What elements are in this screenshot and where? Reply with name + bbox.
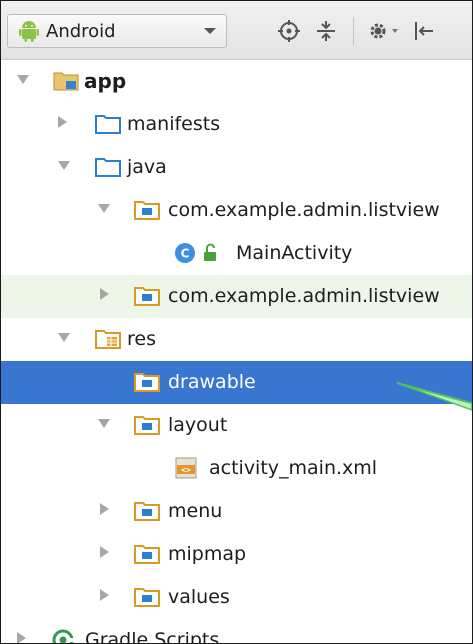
tree-item-label: MainActivity [236,242,353,264]
package-folder-icon [134,545,160,564]
chevron-down-icon [204,28,216,34]
expand-arrow-icon[interactable] [100,546,109,558]
svg-text:C: C [181,247,190,261]
tree-item-label: drawable [168,371,256,393]
expand-arrow-icon[interactable] [17,75,29,84]
svg-text:<>: <> [181,466,191,475]
hide-panel-icon[interactable] [411,19,435,43]
tree-item-label: menu [168,500,223,522]
resource-folder-icon [95,330,121,349]
package-folder-icon [134,502,160,521]
tree-item-label: Gradle Scripts [85,629,220,644]
tree-item-activity-main-xml[interactable]: <> activity_main.xml [1,447,472,490]
tree-item-main-activity[interactable]: C MainActivity [1,232,472,275]
expand-arrow-icon[interactable] [100,589,109,601]
project-view-label: Android [46,21,116,42]
tree-item-label: java [127,156,167,178]
tree-item-label: activity_main.xml [209,457,378,479]
expand-arrow-icon[interactable] [17,632,26,643]
package-folder-icon [134,287,160,306]
tree-item-menu[interactable]: menu [1,490,472,533]
module-folder-icon [53,72,79,91]
expand-arrow-icon[interactable] [58,116,67,128]
class-icon: C [175,243,195,263]
folder-icon [95,115,121,134]
project-view-dropdown[interactable]: Android [7,14,227,48]
tree-item-package-test[interactable]: com.example.admin.listview [1,275,472,318]
tree-item-label: res [127,328,156,350]
expand-arrow-icon[interactable] [100,503,109,515]
package-folder-icon [134,201,160,220]
tree-item-label: com.example.admin.listview [168,199,440,221]
callout-pointer [396,382,472,411]
project-panel: Android app manifests java com.example.a… [0,0,473,644]
tree-item-manifests[interactable]: manifests [1,103,472,146]
tree-item-label: values [168,586,230,608]
expand-arrow-icon[interactable] [100,288,109,300]
package-folder-icon [134,373,160,392]
tree-item-values[interactable]: values [1,576,472,619]
package-folder-icon [134,588,160,607]
public-access-icon [204,243,216,261]
tree-item-mipmap[interactable]: mipmap [1,533,472,576]
sync-icon[interactable] [277,19,301,43]
tree-item-label: mipmap [168,543,247,565]
toolbar-separator [353,17,354,45]
tree-item-package[interactable]: com.example.admin.listview [1,189,472,232]
expand-arrow-icon[interactable] [58,333,70,342]
expand-arrow-icon[interactable] [98,204,110,213]
tree-item-res[interactable]: res [1,318,472,361]
tree-item-label: manifests [127,113,221,135]
expand-arrow-icon[interactable] [58,161,70,170]
tree-item-java[interactable]: java [1,146,472,189]
tree-item-app[interactable]: app [1,60,472,103]
collapse-all-icon[interactable] [314,19,338,43]
tree-item-label: layout [168,414,228,436]
project-toolbar: Android [1,1,472,60]
expand-arrow-icon[interactable] [98,419,110,428]
tree-item-gradle-scripts[interactable]: Gradle Scripts [1,619,472,644]
package-folder-icon [134,416,160,435]
xml-file-icon: <> [175,457,197,479]
tree-item-label: com.example.admin.listview [168,285,440,307]
gradle-icon [52,629,74,643]
tree-item-label: app [84,69,127,93]
gear-icon[interactable] [367,19,401,43]
folder-icon [95,158,121,177]
android-icon [19,21,39,42]
